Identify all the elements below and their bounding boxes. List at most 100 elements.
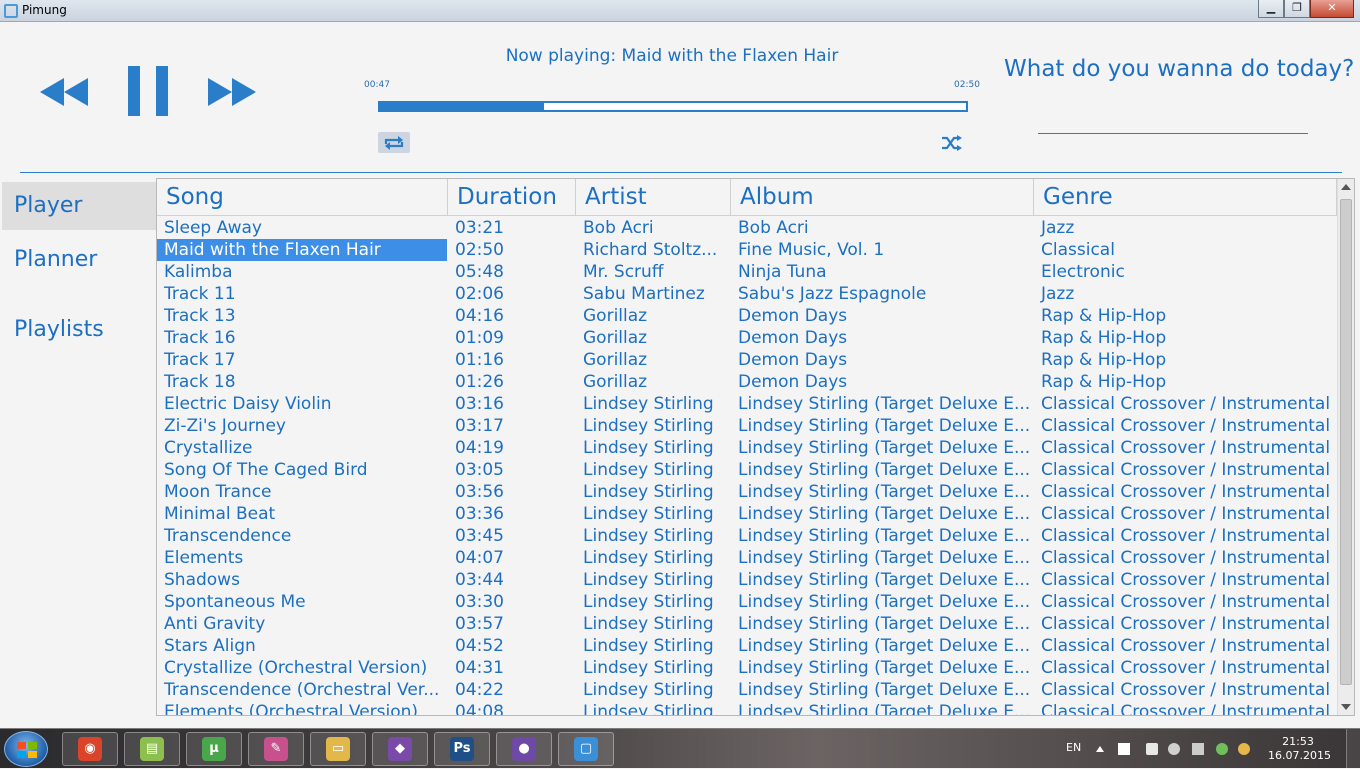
- table-row[interactable]: Zi-Zi's Journey 03:17 Lindsey Stirling Lind…: [157, 415, 1337, 437]
- progress-bar[interactable]: [378, 101, 968, 112]
- fast-forward-icon: [208, 78, 256, 106]
- cell-song: Song Of The Caged Bird: [164, 460, 368, 480]
- table-row[interactable]: Minimal Beat 03:36 Lindsey Stirling Lindsey…: [157, 503, 1337, 525]
- cell-duration: 03:05: [455, 460, 504, 480]
- tray-app-icon[interactable]: [1238, 743, 1250, 755]
- taskbar-app-button[interactable]: ▭: [310, 732, 366, 766]
- cell-song: Transcendence (Orchestral Ver...: [164, 680, 440, 700]
- cell-duration: 03:56: [455, 482, 504, 502]
- table-row[interactable]: Stars Align 04:52 Lindsey Stirling Lindsey …: [157, 635, 1337, 657]
- table-row[interactable]: Song Of The Caged Bird 03:05 Lindsey Stirl…: [157, 459, 1337, 481]
- close-button[interactable]: ✕: [1310, 0, 1354, 18]
- rewind-icon: [40, 78, 88, 106]
- total-time: 02:50: [954, 80, 980, 90]
- table-row[interactable]: Transcendence (Orchestral Ver... 04:22 Lin…: [157, 679, 1337, 701]
- table-row[interactable]: Track 13 04:16 Gorillaz Demon Days Rap & Hip…: [157, 305, 1337, 327]
- table-row[interactable]: Kalimba 05:48 Mr. Scruff Ninja Tuna Electron…: [157, 261, 1337, 283]
- vertical-scrollbar[interactable]: [1337, 179, 1354, 715]
- clock[interactable]: 21:53 16.07.2015: [1268, 735, 1331, 763]
- nav-player[interactable]: Player: [2, 182, 156, 230]
- action-center-icon[interactable]: [1118, 743, 1130, 755]
- show-desktop-button[interactable]: [1346, 729, 1360, 769]
- pause-button[interactable]: [126, 64, 170, 118]
- maximize-button[interactable]: ❐: [1284, 0, 1310, 18]
- taskbar-app-button[interactable]: ▢: [558, 732, 614, 766]
- show-hidden-icons-icon[interactable]: [1096, 746, 1104, 752]
- previous-button[interactable]: [40, 76, 88, 108]
- column-header-duration[interactable]: Duration: [448, 179, 576, 216]
- scroll-thumb[interactable]: [1340, 199, 1352, 685]
- table-row[interactable]: Electric Daisy Violin 03:16 Lindsey Stirli…: [157, 393, 1337, 415]
- cell-album: Sabu's Jazz Espagnole: [738, 284, 927, 304]
- cell-album: Lindsey Stirling (Target Deluxe E...: [738, 460, 1031, 480]
- app-icon: [4, 4, 18, 18]
- cell-duration: 01:09: [455, 328, 504, 348]
- cell-duration: 03:45: [455, 526, 504, 546]
- nav-playlists[interactable]: Playlists: [2, 306, 156, 354]
- scroll-down-icon[interactable]: [1341, 704, 1351, 710]
- volume-icon[interactable]: [1168, 743, 1180, 755]
- paint-icon: ✎: [264, 737, 288, 761]
- taskbar-app-button[interactable]: ▤: [124, 732, 180, 766]
- table-row[interactable]: Shadows 03:44 Lindsey Stirling Lindsey Stir…: [157, 569, 1337, 591]
- cell-album: Lindsey Stirling (Target Deluxe E...: [738, 504, 1031, 524]
- table-row[interactable]: Track 11 02:06 Sabu Martinez Sabu's Jazz Es…: [157, 283, 1337, 305]
- taskbar-app-button[interactable]: Ps: [434, 732, 490, 766]
- taskbar-app-button[interactable]: µ: [186, 732, 242, 766]
- windows-icon: [17, 742, 37, 758]
- cell-duration: 04:07: [455, 548, 504, 568]
- table-row[interactable]: Sleep Away 03:21 Bob Acri Bob Acri Jazz: [157, 217, 1337, 239]
- cell-duration: 03:36: [455, 504, 504, 524]
- column-header-artist[interactable]: Artist: [576, 179, 731, 216]
- column-header-song[interactable]: Song: [157, 179, 448, 216]
- cell-artist: Bob Acri: [583, 218, 654, 238]
- table-row[interactable]: Elements 04:07 Lindsey Stirling Lindsey Sti…: [157, 547, 1337, 569]
- table-row[interactable]: Transcendence 03:45 Lindsey Stirling Lindse…: [157, 525, 1337, 547]
- cell-album: Lindsey Stirling (Target Deluxe E...: [738, 438, 1031, 458]
- command-input[interactable]: [1038, 112, 1308, 134]
- nav-planner[interactable]: Planner: [2, 236, 156, 284]
- cell-duration: 04:52: [455, 636, 504, 656]
- scroll-up-icon[interactable]: [1341, 184, 1351, 190]
- cell-artist: Lindsey Stirling: [583, 702, 714, 715]
- table-row[interactable]: Elements (Orchestral Version) 04:08 Lindse…: [157, 701, 1337, 715]
- cell-artist: Mr. Scruff: [583, 262, 664, 282]
- table-row[interactable]: Track 17 01:16 Gorillaz Demon Days Rap & Hip…: [157, 349, 1337, 371]
- table-row[interactable]: Spontaneous Me 03:30 Lindsey Stirling Linds…: [157, 591, 1337, 613]
- cell-genre: Classical Crossover / Instrumental: [1041, 438, 1331, 458]
- taskbar-app-button[interactable]: ●: [496, 732, 552, 766]
- cell-artist: Gorillaz: [583, 328, 648, 348]
- table-row[interactable]: Crystallize 04:19 Lindsey Stirling Lindsey …: [157, 437, 1337, 459]
- cell-album: Demon Days: [738, 306, 848, 326]
- table-row[interactable]: Anti Gravity 03:57 Lindsey Stirling Lindsey…: [157, 613, 1337, 635]
- repeat-button[interactable]: [378, 132, 410, 153]
- table-row[interactable]: Crystallize (Orchestral Version) 04:31 Lin…: [157, 657, 1337, 679]
- table-row[interactable]: Track 18 01:26 Gorillaz Demon Days Rap & Hip…: [157, 371, 1337, 393]
- sync-icon[interactable]: [1216, 743, 1228, 755]
- shuffle-icon: [942, 134, 962, 151]
- cell-duration: 01:26: [455, 372, 504, 392]
- shuffle-button[interactable]: [938, 132, 966, 153]
- cell-artist: Lindsey Stirling: [583, 548, 714, 568]
- language-indicator[interactable]: EN: [1066, 741, 1081, 754]
- next-button[interactable]: [208, 76, 256, 108]
- network-icon[interactable]: [1146, 743, 1158, 755]
- table-row[interactable]: Maid with the Flaxen Hair 02:50 Richard St…: [157, 239, 1337, 261]
- cell-duration: 05:48: [455, 262, 504, 282]
- cell-genre: Classical Crossover / Instrumental: [1041, 636, 1331, 656]
- start-button[interactable]: [4, 731, 48, 767]
- minimize-button[interactable]: ▁: [1258, 0, 1284, 18]
- cell-artist: Lindsey Stirling: [583, 658, 714, 678]
- taskbar-app-button[interactable]: ✎: [248, 732, 304, 766]
- device-icon[interactable]: [1192, 743, 1204, 755]
- taskbar-app-button[interactable]: ◉: [62, 732, 118, 766]
- table-row[interactable]: Track 16 01:09 Gorillaz Demon Days Rap & Hip…: [157, 327, 1337, 349]
- column-header-genre[interactable]: Genre: [1034, 179, 1337, 216]
- cell-album: Lindsey Stirling (Target Deluxe E...: [738, 658, 1031, 678]
- table-row[interactable]: Moon Trance 03:56 Lindsey Stirling Lindsey …: [157, 481, 1337, 503]
- cell-album: Lindsey Stirling (Target Deluxe E...: [738, 570, 1031, 590]
- cell-artist: Lindsey Stirling: [583, 636, 714, 656]
- cell-artist: Lindsey Stirling: [583, 592, 714, 612]
- column-header-album[interactable]: Album: [731, 179, 1034, 216]
- taskbar-app-button[interactable]: ◆: [372, 732, 428, 766]
